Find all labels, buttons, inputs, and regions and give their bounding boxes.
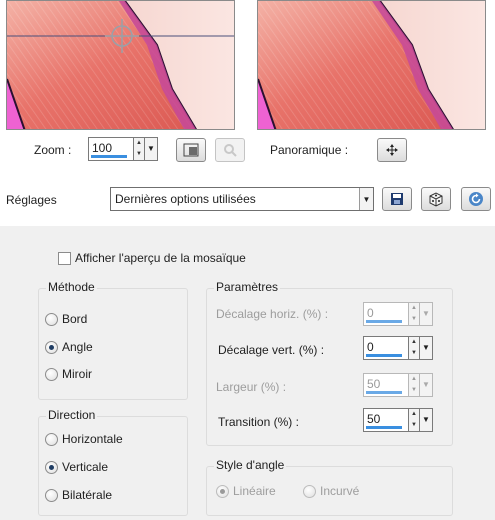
direction-title: Direction — [46, 408, 98, 422]
decalage-vert-bar — [366, 354, 402, 357]
up-arrow-icon[interactable]: ▲ — [409, 374, 419, 385]
zoom-tool-button[interactable] — [215, 138, 245, 162]
decalage-vert-arrows[interactable]: ▲ ▼ — [409, 336, 420, 360]
transition-field[interactable]: 50 — [363, 408, 409, 432]
transition-bar — [366, 426, 402, 429]
up-arrow-icon[interactable]: ▲ — [134, 138, 144, 149]
largeur-bar — [366, 391, 402, 394]
largeur-field[interactable]: 50 — [363, 373, 409, 397]
methode-option-miroir[interactable]: Miroir — [45, 367, 92, 381]
tile-preview-label: Afficher l'aperçu de la mosaïque — [75, 251, 246, 265]
direction-radio-verticale[interactable] — [45, 460, 58, 474]
dice-icon — [429, 192, 443, 207]
direction-option-bilaterale[interactable]: Bilatérale — [45, 488, 112, 502]
reglages-select[interactable]: Dernières options utilisées ▼ — [110, 187, 374, 211]
direction-label-horizontale: Horizontale — [62, 432, 123, 446]
zoom-dropdown-icon[interactable]: ▼ — [145, 137, 158, 161]
decalage-vert-spinner[interactable]: 0 ▲ ▼ ▼ — [363, 336, 433, 360]
transition-spinner[interactable]: 50 ▲ ▼ ▼ — [363, 408, 433, 432]
save-preset-button[interactable] — [382, 187, 412, 211]
up-arrow-icon[interactable]: ▲ — [409, 337, 419, 348]
decalage-horiz-spinner[interactable]: 0 ▲ ▼ ▼ — [363, 302, 433, 326]
reglages-value: Dernières options utilisées — [115, 192, 256, 206]
result-preview — [257, 0, 486, 130]
style-angle-title: Style d'angle — [214, 458, 287, 472]
methode-option-angle[interactable]: Angle — [45, 340, 93, 354]
zoom-arrows[interactable]: ▲ ▼ — [134, 137, 145, 161]
down-arrow-icon[interactable]: ▼ — [409, 420, 419, 431]
randomize-button[interactable] — [421, 187, 451, 211]
options-panel: Afficher l'aperçu de la mosaïque Méthode… — [0, 226, 495, 520]
transition-dropdown-icon[interactable]: ▼ — [420, 408, 433, 432]
methode-label-bord: Bord — [62, 312, 88, 326]
decalage-horiz-value: 0 — [367, 306, 374, 320]
move-icon — [386, 144, 398, 156]
decalage-vert-dropdown-icon[interactable]: ▼ — [420, 336, 433, 360]
zoom-fit-icon — [183, 143, 199, 157]
decalage-horiz-field[interactable]: 0 — [363, 302, 409, 326]
transition-label: Transition (%) : — [218, 415, 299, 429]
transition-arrows[interactable]: ▲ ▼ — [409, 408, 420, 432]
zoom-fit-button[interactable] — [176, 138, 206, 162]
methode-radio-angle[interactable] — [45, 340, 58, 354]
transition-value: 50 — [367, 412, 381, 426]
largeur-spinner[interactable]: 50 ▲ ▼ ▼ — [363, 373, 433, 397]
reset-button[interactable] — [461, 187, 491, 211]
decalage-horiz-bar — [366, 320, 402, 323]
down-arrow-icon[interactable]: ▼ — [409, 348, 419, 359]
direction-label-bilaterale: Bilatérale — [62, 488, 113, 502]
tile-preview-checkbox[interactable] — [58, 251, 71, 265]
style-angle-radio-incurve[interactable] — [303, 484, 316, 498]
down-arrow-icon[interactable]: ▼ — [409, 314, 419, 325]
direction-option-horizontale[interactable]: Horizontale — [45, 432, 123, 446]
zoom-bar — [91, 155, 127, 158]
largeur-value: 50 — [367, 377, 381, 391]
direction-label-verticale: Verticale — [62, 460, 109, 474]
direction-radio-bilaterale[interactable] — [45, 488, 58, 502]
style-angle-radio-lineaire[interactable] — [216, 484, 229, 498]
methode-label-miroir: Miroir — [62, 367, 92, 381]
style-angle-label-incurve: Incurvé — [320, 484, 360, 498]
methode-title: Méthode — [46, 280, 97, 294]
largeur-label: Largeur (%) : — [216, 380, 287, 394]
decalage-horiz-label: Décalage horiz. (%) : — [216, 307, 329, 321]
source-preview[interactable] — [6, 0, 235, 130]
up-arrow-icon[interactable]: ▲ — [409, 303, 419, 314]
tile-preview-checkbox-row[interactable]: Afficher l'aperçu de la mosaïque — [58, 251, 246, 265]
style-angle-option-lineaire[interactable]: Linéaire — [216, 484, 276, 498]
chevron-down-icon[interactable]: ▼ — [359, 188, 373, 210]
magnifier-icon — [224, 144, 237, 157]
zoom-label: Zoom : — [34, 143, 72, 157]
panoramique-label: Panoramique : — [270, 143, 349, 157]
largeur-arrows[interactable]: ▲ ▼ — [409, 373, 420, 397]
methode-option-bord[interactable]: Bord — [45, 312, 87, 326]
reglages-label: Réglages — [6, 193, 57, 207]
down-arrow-icon[interactable]: ▼ — [409, 385, 419, 396]
decalage-horiz-arrows[interactable]: ▲ ▼ — [409, 302, 420, 326]
panoramique-button[interactable] — [377, 138, 407, 162]
decalage-vert-value: 0 — [367, 340, 374, 354]
reset-icon — [469, 192, 483, 206]
zoom-field[interactable]: 100 — [88, 137, 134, 161]
decalage-horiz-dropdown-icon[interactable]: ▼ — [420, 302, 433, 326]
direction-radio-horizontale[interactable] — [45, 432, 58, 446]
zoom-value: 100 — [92, 141, 113, 155]
up-arrow-icon[interactable]: ▲ — [409, 409, 419, 420]
decalage-vert-field[interactable]: 0 — [363, 336, 409, 360]
zoom-spinner[interactable]: 100 ▲ ▼ ▼ — [88, 137, 158, 161]
floppy-disk-icon — [391, 193, 403, 205]
direction-option-verticale[interactable]: Verticale — [45, 460, 108, 474]
parametres-title: Paramètres — [214, 280, 281, 294]
methode-label-angle: Angle — [62, 340, 93, 354]
down-arrow-icon[interactable]: ▼ — [134, 149, 144, 160]
style-angle-label-lineaire: Linéaire — [233, 484, 276, 498]
methode-radio-bord[interactable] — [45, 312, 58, 326]
largeur-dropdown-icon[interactable]: ▼ — [420, 373, 433, 397]
style-angle-option-incurve[interactable]: Incurvé — [303, 484, 359, 498]
methode-radio-miroir[interactable] — [45, 367, 58, 381]
decalage-vert-label: Décalage vert. (%) : — [218, 343, 325, 357]
